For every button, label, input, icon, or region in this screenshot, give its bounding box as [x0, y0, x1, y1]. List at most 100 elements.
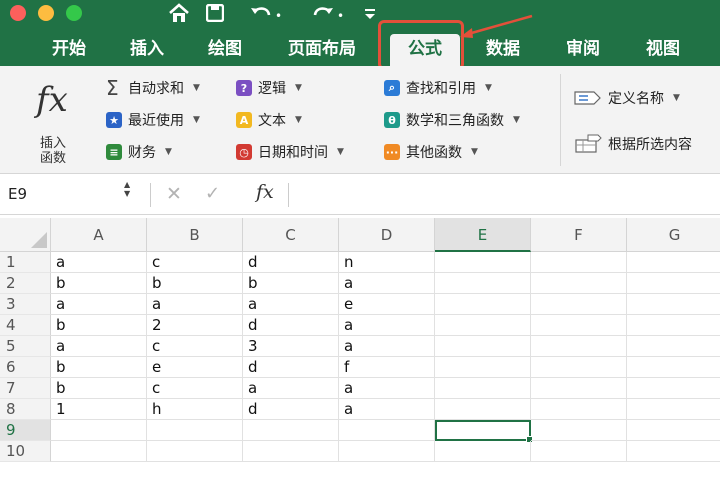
- select-all-button[interactable]: [0, 218, 51, 252]
- row-header-6[interactable]: 6: [0, 357, 51, 378]
- cell-g1[interactable]: [627, 252, 720, 273]
- customize-icon[interactable]: [364, 8, 376, 20]
- row-header-9[interactable]: 9: [0, 420, 51, 441]
- cell-b6[interactable]: e: [147, 357, 243, 378]
- cell-d5[interactable]: a: [339, 336, 435, 357]
- zoom-window-button[interactable]: [66, 5, 82, 21]
- cancel-icon[interactable]: ✕: [166, 183, 182, 205]
- cell-f5[interactable]: [531, 336, 627, 357]
- cell-b1[interactable]: c: [147, 252, 243, 273]
- cell-c2[interactable]: b: [243, 273, 339, 294]
- column-header-a[interactable]: A: [51, 218, 147, 252]
- cell-b7[interactable]: c: [147, 378, 243, 399]
- cell-d6[interactable]: f: [339, 357, 435, 378]
- column-header-g[interactable]: G: [627, 218, 720, 252]
- minimize-window-button[interactable]: [38, 5, 54, 21]
- cell-f8[interactable]: [531, 399, 627, 420]
- row-header-3[interactable]: 3: [0, 294, 51, 315]
- cell-d10[interactable]: [339, 441, 435, 462]
- tab-page-layout[interactable]: 页面布局: [288, 34, 356, 66]
- cell-g8[interactable]: [627, 399, 720, 420]
- cell-e3[interactable]: [435, 294, 531, 315]
- cell-a5[interactable]: a: [51, 336, 147, 357]
- logical-button[interactable]: ? 逻辑 ▼: [236, 77, 302, 99]
- column-header-f[interactable]: F: [531, 218, 627, 252]
- cell-e4[interactable]: [435, 315, 531, 336]
- math-trig-button[interactable]: θ 数学和三角函数 ▼: [384, 109, 520, 131]
- tab-home[interactable]: 开始: [52, 34, 86, 66]
- tab-insert[interactable]: 插入: [130, 34, 164, 66]
- text-functions-button[interactable]: A 文本 ▼: [236, 109, 302, 131]
- cell-c6[interactable]: d: [243, 357, 339, 378]
- cell-g4[interactable]: [627, 315, 720, 336]
- cell-g6[interactable]: [627, 357, 720, 378]
- cell-g7[interactable]: [627, 378, 720, 399]
- row-header-5[interactable]: 5: [0, 336, 51, 357]
- column-header-c[interactable]: C: [243, 218, 339, 252]
- cell-a4[interactable]: b: [51, 315, 147, 336]
- tab-review[interactable]: 审阅: [566, 34, 600, 66]
- row-header-1[interactable]: 1: [0, 252, 51, 273]
- cell-g10[interactable]: [627, 441, 720, 462]
- row-header-10[interactable]: 10: [0, 441, 51, 462]
- recently-used-button[interactable]: ★ 最近使用 ▼: [106, 109, 200, 131]
- tab-view[interactable]: 视图: [646, 34, 680, 66]
- cell-e6[interactable]: [435, 357, 531, 378]
- cell-a8[interactable]: 1: [51, 399, 147, 420]
- cell-a2[interactable]: b: [51, 273, 147, 294]
- name-box[interactable]: E9: [8, 185, 27, 203]
- cell-e5[interactable]: [435, 336, 531, 357]
- cell-e2[interactable]: [435, 273, 531, 294]
- cell-b8[interactable]: h: [147, 399, 243, 420]
- column-header-b[interactable]: B: [147, 218, 243, 252]
- more-functions-button[interactable]: ··· 其他函数 ▼: [384, 141, 478, 163]
- financial-button[interactable]: ≡ 财务 ▼: [106, 141, 172, 163]
- cell-f10[interactable]: [531, 441, 627, 462]
- create-from-selection-button[interactable]: 根据所选内容: [574, 133, 692, 155]
- insert-function-button[interactable]: 插入 函数: [40, 136, 70, 166]
- cell-c1[interactable]: d: [243, 252, 339, 273]
- cell-e1[interactable]: [435, 252, 531, 273]
- cell-a10[interactable]: [51, 441, 147, 462]
- cell-d7[interactable]: a: [339, 378, 435, 399]
- column-header-e[interactable]: E: [435, 218, 531, 252]
- date-time-button[interactable]: ◷ 日期和时间 ▼: [236, 141, 344, 163]
- cell-a7[interactable]: b: [51, 378, 147, 399]
- redo-dropdown-icon[interactable]: •: [337, 2, 344, 30]
- save-icon[interactable]: [206, 4, 224, 22]
- undo-icon[interactable]: [250, 4, 272, 22]
- cell-g9[interactable]: [627, 420, 720, 441]
- cell-b3[interactable]: a: [147, 294, 243, 315]
- cell-c8[interactable]: d: [243, 399, 339, 420]
- cell-c10[interactable]: [243, 441, 339, 462]
- row-header-8[interactable]: 8: [0, 399, 51, 420]
- cell-b2[interactable]: b: [147, 273, 243, 294]
- cell-f7[interactable]: [531, 378, 627, 399]
- cell-c3[interactable]: a: [243, 294, 339, 315]
- cell-c4[interactable]: d: [243, 315, 339, 336]
- cell-c9[interactable]: [243, 420, 339, 441]
- cell-g5[interactable]: [627, 336, 720, 357]
- define-name-button[interactable]: 定义名称 ▼: [574, 87, 680, 109]
- cell-a9[interactable]: [51, 420, 147, 441]
- tab-draw[interactable]: 绘图: [208, 34, 242, 66]
- cell-d3[interactable]: e: [339, 294, 435, 315]
- cell-d4[interactable]: a: [339, 315, 435, 336]
- cell-e10[interactable]: [435, 441, 531, 462]
- cell-f4[interactable]: [531, 315, 627, 336]
- close-window-button[interactable]: [10, 5, 26, 21]
- cell-d1[interactable]: n: [339, 252, 435, 273]
- cell-e9[interactable]: [435, 420, 531, 441]
- cell-f3[interactable]: [531, 294, 627, 315]
- cell-e7[interactable]: [435, 378, 531, 399]
- undo-dropdown-icon[interactable]: •: [275, 2, 282, 30]
- row-header-4[interactable]: 4: [0, 315, 51, 336]
- name-box-stepper[interactable]: ▲ ▼: [124, 180, 130, 198]
- home-icon[interactable]: [168, 3, 190, 23]
- lookup-reference-button[interactable]: ⌕ 查找和引用 ▼: [384, 77, 492, 99]
- cell-a6[interactable]: b: [51, 357, 147, 378]
- cell-a3[interactable]: a: [51, 294, 147, 315]
- cell-c7[interactable]: a: [243, 378, 339, 399]
- cell-a1[interactable]: a: [51, 252, 147, 273]
- cell-d2[interactable]: a: [339, 273, 435, 294]
